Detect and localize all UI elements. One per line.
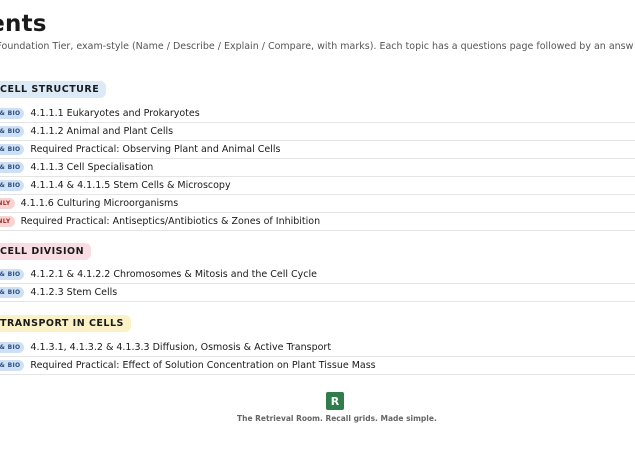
tier-badge: D & BIO: [0, 107, 25, 119]
topic-link[interactable]: 4.1.2.3 Stem Cells: [30, 287, 117, 298]
topic-link[interactable]: 4.1.1.6 Culturing Microorganisms: [21, 198, 179, 209]
list-item[interactable]: ONLY 4.1.1.6 Culturing Microorganisms: [0, 194, 635, 213]
list-item[interactable]: D & BIO Required Practical: Observing Pla…: [0, 140, 635, 159]
tier-badge: ONLY: [0, 197, 15, 209]
tier-badge: ONLY: [0, 215, 15, 227]
list-item[interactable]: D & BIO 4.1.2.1 & 4.1.2.2 Chromosomes & M…: [0, 265, 635, 284]
list-item[interactable]: ONLY Required Practical: Antiseptics/Anti…: [0, 212, 635, 231]
tier-badge: D & BIO: [0, 143, 25, 155]
list-item[interactable]: D & BIO 4.1.1.3 Cell Specialisation: [0, 158, 635, 177]
intro-text: are Foundation Tier, exam-style (Name / …: [0, 41, 634, 52]
list-item[interactable]: D & BIO 4.1.1.1 Eukaryotes and Prokaryote…: [0, 104, 635, 123]
footer-tagline: The Retrieval Room. Recall grids. Made s…: [237, 414, 437, 423]
topic-link[interactable]: 4.1.3.1, 4.1.3.2 & 4.1.3.3 Diffusion, Os…: [30, 342, 331, 353]
tier-badge: D & BIO: [0, 268, 25, 280]
topic-link[interactable]: 4.1.1.4 & 4.1.1.5 Stem Cells & Microscop…: [30, 180, 230, 191]
list-item[interactable]: D & BIO Required Practical: Effect of Sol…: [0, 356, 635, 375]
tier-badge: D & BIO: [0, 359, 25, 371]
list-item[interactable]: D & BIO 4.1.1.4 & 4.1.1.5 Stem Cells & Mi…: [0, 176, 635, 195]
retrieval-room-logo: R: [326, 392, 344, 410]
topic-link[interactable]: Required Practical: Observing Plant and …: [30, 144, 280, 155]
topic-link[interactable]: 4.1.1.1 Eukaryotes and Prokaryotes: [30, 108, 199, 119]
topic-link[interactable]: 4.1.2.1 & 4.1.2.2 Chromosomes & Mitosis …: [30, 269, 317, 280]
section-heading-cell-division: CELL DIVISION: [0, 243, 92, 260]
topic-link[interactable]: Required Practical: Effect of Solution C…: [30, 360, 375, 371]
topic-link[interactable]: 4.1.1.2 Animal and Plant Cells: [30, 126, 173, 137]
tier-badge: D & BIO: [0, 179, 25, 191]
list-item[interactable]: D & BIO 4.1.1.2 Animal and Plant Cells: [0, 122, 635, 141]
list-item[interactable]: D & BIO 4.1.2.3 Stem Cells: [0, 283, 635, 302]
page-title: tents: [0, 11, 47, 37]
tier-badge: D & BIO: [0, 125, 25, 137]
topic-link[interactable]: Required Practical: Antiseptics/Antibiot…: [21, 216, 321, 227]
tier-badge: D & BIO: [0, 161, 25, 173]
topic-link[interactable]: 4.1.1.3 Cell Specialisation: [30, 162, 153, 173]
list-item[interactable]: D & BIO 4.1.3.1, 4.1.3.2 & 4.1.3.3 Diffus…: [0, 338, 635, 357]
tier-badge: D & BIO: [0, 341, 25, 353]
tier-badge: D & BIO: [0, 286, 25, 298]
section-heading-cell-structure: CELL STRUCTURE: [0, 81, 107, 98]
section-heading-transport-in-cells: TRANSPORT IN CELLS: [0, 315, 131, 332]
